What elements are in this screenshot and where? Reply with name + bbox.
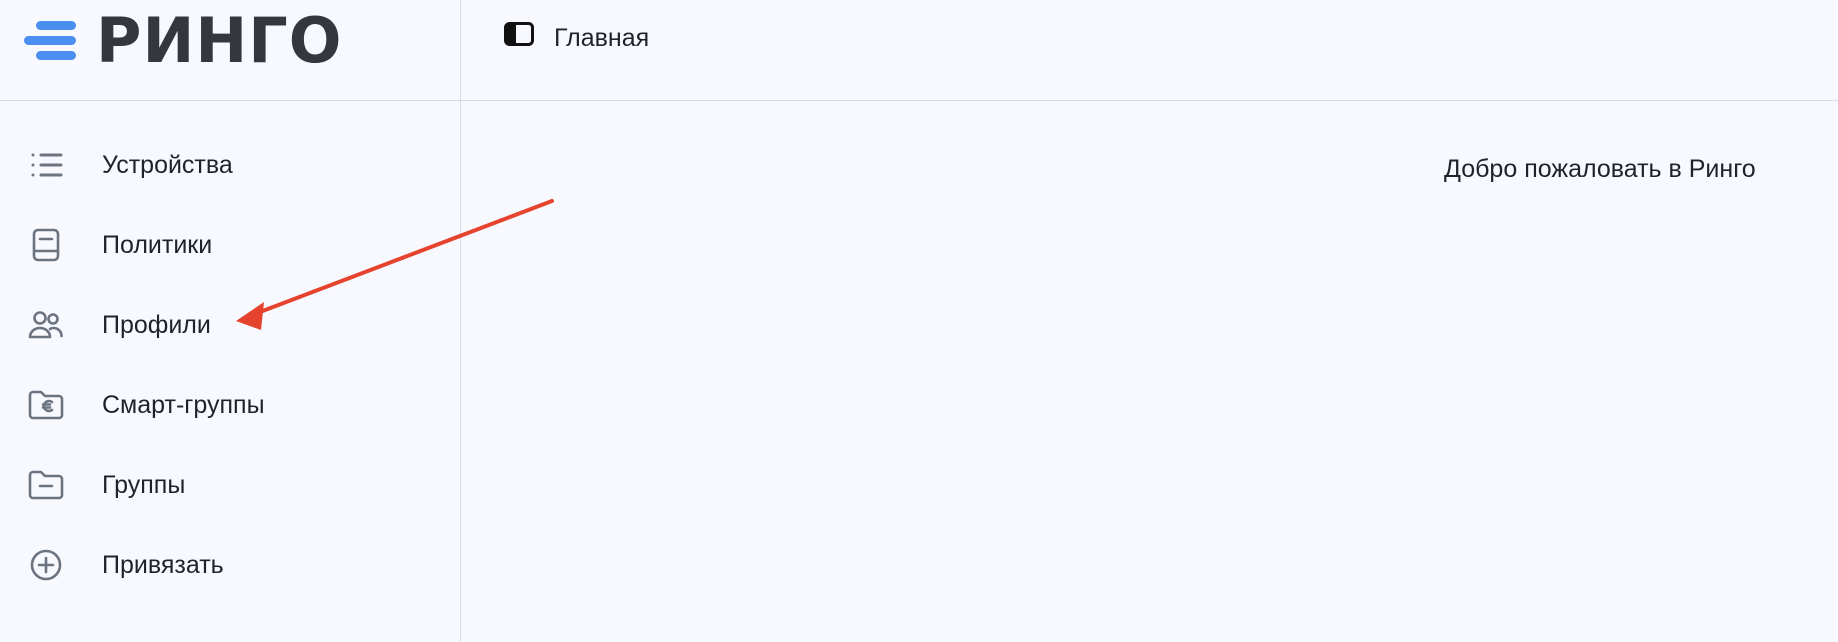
sidebar-item-label: Политики xyxy=(102,230,213,259)
logo-mark-icon xyxy=(24,16,76,66)
sidebar-item-link[interactable]: Привязать xyxy=(0,525,460,605)
sidebar-nav: Устройства Политики Профили Смарт-группы… xyxy=(0,125,460,605)
page-title: Главная xyxy=(554,24,650,52)
header-divider xyxy=(0,100,1838,101)
list-icon xyxy=(28,147,64,183)
sidebar-item-label: Устройства xyxy=(102,150,233,179)
sidebar-item-groups[interactable]: Группы xyxy=(0,445,460,525)
sidebar-item-label: Профили xyxy=(102,310,211,339)
sidebar: РИНГО Устройства Политики Профили Смарт-… xyxy=(0,0,461,642)
sidebar-toggle-icon[interactable] xyxy=(504,22,536,50)
sidebar-item-smart-groups[interactable]: Смарт-группы xyxy=(0,365,460,445)
welcome-text: Добро пожаловать в Ринго xyxy=(1444,155,1756,183)
app-window: РИНГО Устройства Политики Профили Смарт-… xyxy=(0,0,1838,642)
sidebar-item-profiles[interactable]: Профили xyxy=(0,285,460,365)
sidebar-item-label: Привязать xyxy=(102,550,224,579)
logo-text: РИНГО xyxy=(96,4,343,77)
sidebar-item-label: Смарт-группы xyxy=(102,390,265,419)
sidebar-item-label: Группы xyxy=(102,470,186,499)
logo[interactable]: РИНГО xyxy=(24,10,342,72)
plus-circle-icon xyxy=(28,547,64,583)
users-icon xyxy=(28,307,64,343)
sidebar-item-policies[interactable]: Политики xyxy=(0,205,460,285)
topbar: Главная xyxy=(462,0,1838,100)
folder-minus-icon xyxy=(28,467,64,503)
folder-euro-icon xyxy=(28,387,64,423)
book-icon xyxy=(28,227,64,263)
sidebar-item-devices[interactable]: Устройства xyxy=(0,125,460,205)
